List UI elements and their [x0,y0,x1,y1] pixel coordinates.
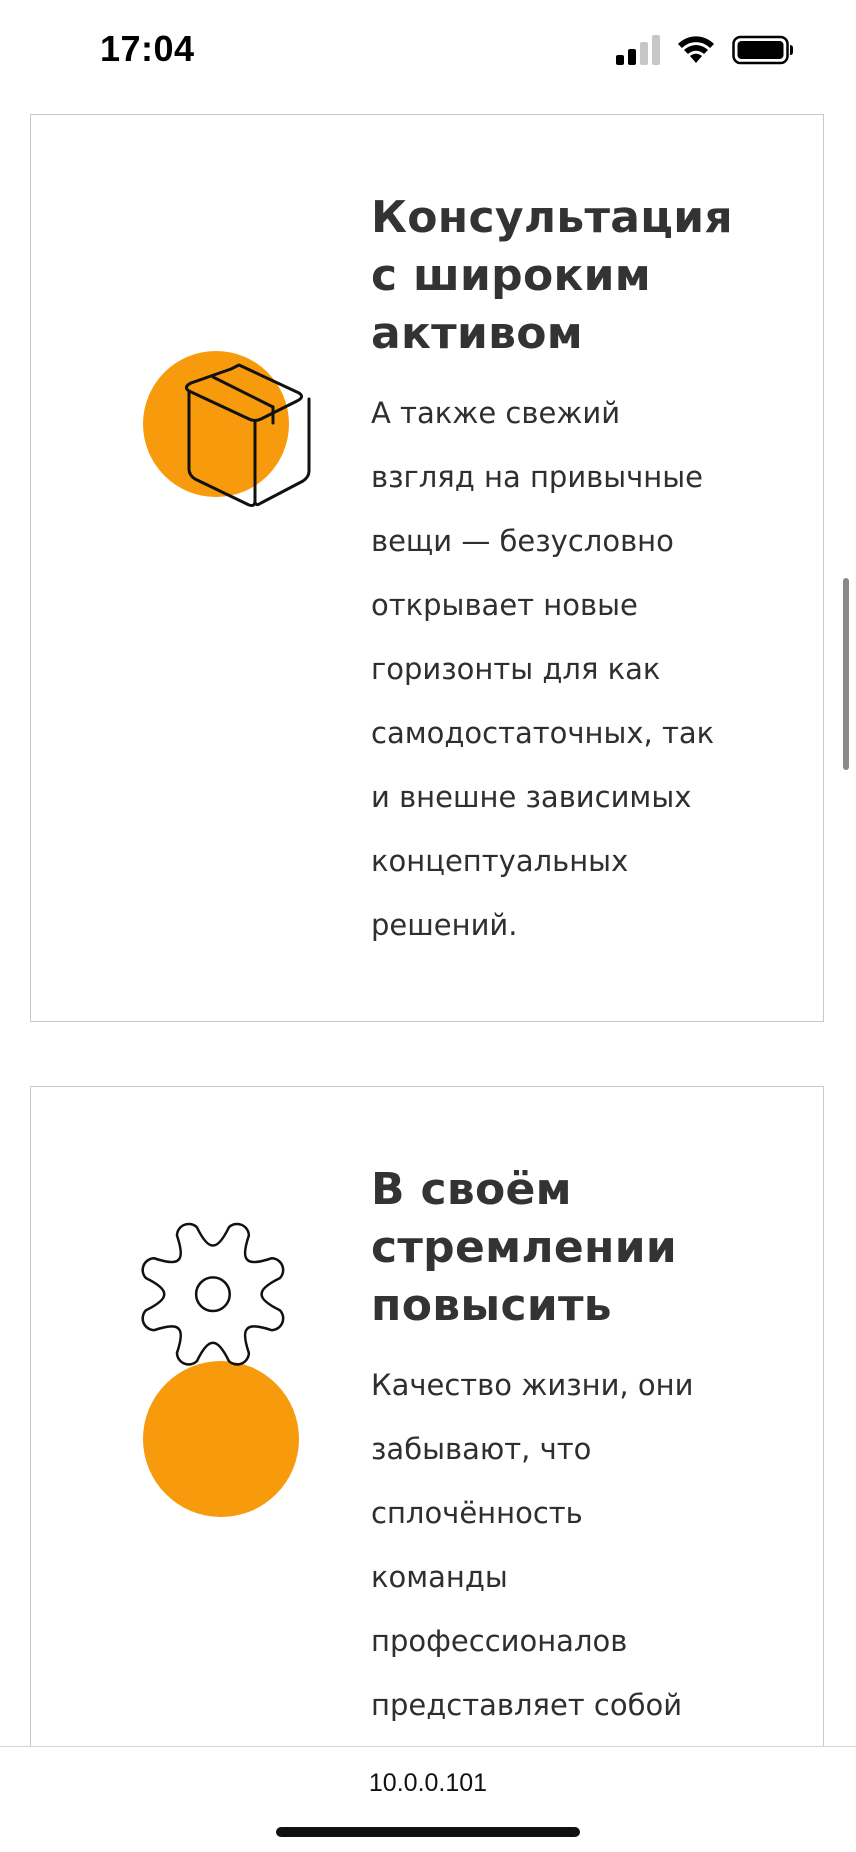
gear-icon [141,1222,285,1366]
status-icons [616,30,794,70]
battery-icon [732,35,793,65]
feature-card: Консультация с широким активом А также с… [30,114,824,1022]
card-illustration [101,1211,341,1517]
status-time: 17:04 [100,28,195,69]
wifi-icon [678,36,714,63]
status-bar: 17:04 [0,0,856,100]
scroll-indicator[interactable] [843,578,849,770]
url-text[interactable]: 10.0.0.101 [0,1769,856,1798]
card-title: Консультация с широким активом [371,192,733,359]
card-body: Качество жизни, они забывают, что сплочё… [371,1368,694,1722]
card-body: А также свежий взгляд на привычные вещи … [371,396,715,942]
browser-address-bar[interactable]: 10.0.0.101 [0,1746,856,1852]
box-icon [184,363,311,507]
feature-card: В своём стремлении повысить Качество жиз… [30,1086,824,1852]
card-text: Консультация с широким активом А также с… [371,189,771,957]
card-illustration [101,245,341,507]
home-indicator[interactable] [276,1827,580,1837]
screen: 17:04 Консультация с широким активом А т… [0,0,856,1852]
card-text: В своём стремлении повысить Качество жиз… [371,1161,771,1737]
signal-icon [616,35,660,65]
card-title: В своём стремлении повысить [371,1164,678,1331]
